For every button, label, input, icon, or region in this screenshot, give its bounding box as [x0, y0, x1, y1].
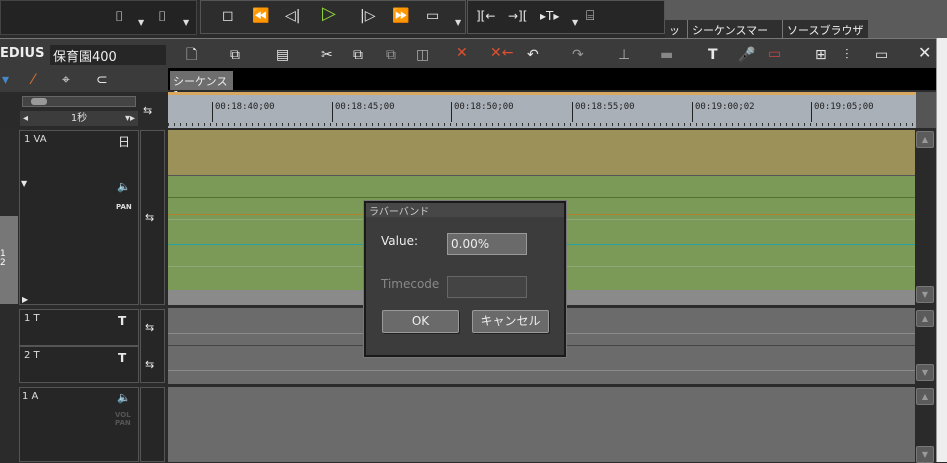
zoom-slider[interactable] — [22, 96, 136, 107]
split-icon[interactable]: ⊥ — [618, 47, 630, 63]
dropdown-icon[interactable]: ▼ — [183, 18, 189, 27]
pan-label[interactable]: PAN — [115, 419, 131, 427]
open-icon[interactable]: ⧉ — [230, 47, 240, 63]
project-name-field[interactable]: 保育園400 — [50, 45, 166, 65]
paste-icon[interactable]: ⧉ — [386, 47, 396, 63]
side-panel — [936, 38, 947, 462]
pan-label[interactable]: PAN — [116, 203, 132, 211]
copy-icon[interactable]: ⧉ — [353, 47, 363, 63]
tab-partial[interactable]: ット — [665, 20, 687, 53]
render-icon[interactable]: ▭ — [768, 46, 781, 62]
zoom-scale-value: 1秒 — [70, 113, 88, 124]
undo-icon[interactable]: ↶ — [527, 47, 539, 63]
scroll-down-button[interactable]: ▼ — [916, 446, 934, 463]
track-name: 1 A — [22, 391, 39, 402]
replace-icon[interactable]: ◫ — [416, 47, 429, 63]
ruler-label: 00:18:50;00 — [451, 102, 514, 122]
value-input[interactable]: 0.00% — [447, 233, 527, 255]
channel-label: 1 2 — [0, 249, 6, 268]
stop-icon[interactable]: ◻ — [222, 8, 234, 24]
track-name: 2 T — [24, 350, 40, 361]
timecode-label: Timecode — [381, 277, 440, 291]
zoom-scale-select[interactable]: ◂ 1秒 ▾▸ — [20, 111, 138, 126]
scroll-up-button[interactable]: ▲ — [916, 388, 934, 405]
dropdown-icon[interactable]: ▼ — [138, 18, 144, 27]
timecode-input — [447, 276, 527, 298]
delete-icon[interactable]: ✕ — [456, 45, 468, 61]
sync-arrows-icon[interactable]: ⇆ — [143, 103, 152, 119]
ruler-label: 00:18:55;00 — [572, 102, 635, 122]
dropdown-icon[interactable]: ▼ — [455, 18, 461, 27]
ok-button[interactable]: OK — [382, 310, 459, 333]
ripple-delete-icon[interactable]: ✕← — [490, 45, 513, 61]
video-icon[interactable]: 日 — [118, 134, 130, 150]
track-mode-icon[interactable]: ▾ — [2, 72, 9, 88]
tab-source-browser[interactable]: ソースブラウザー — [782, 20, 868, 53]
scroll-up-button[interactable]: ▲ — [916, 310, 934, 327]
transition-icon[interactable]: ▬ — [660, 47, 673, 63]
loop-icon[interactable]: ▭ — [426, 8, 439, 24]
video-clip[interactable] — [168, 130, 916, 176]
scroll-up-button[interactable]: ▲ — [916, 131, 934, 148]
ruler-label: 00:19:05;00 — [811, 102, 874, 122]
dropdown-icon[interactable]: ▼ — [572, 18, 578, 27]
sync-arrows-icon[interactable]: ⇆ — [145, 210, 154, 226]
cancel-button[interactable]: キャンセル — [472, 310, 549, 333]
tab-sequence-marker[interactable]: シーケンスマーカー — [687, 20, 782, 53]
mark-in-icon[interactable]: ⌷ — [115, 9, 123, 25]
close-icon[interactable]: ✕ — [918, 45, 931, 61]
ruler-label: 00:19:00;02 — [692, 102, 755, 122]
mixer-icon[interactable]: ⫶ — [845, 47, 849, 63]
sync-arrows-icon[interactable]: ⇆ — [145, 320, 154, 336]
export-icon[interactable]: ⌸ — [586, 8, 594, 24]
edit-transport-bar — [467, 0, 665, 34]
insert-right-icon[interactable]: →][ — [508, 8, 527, 24]
fast-forward-icon[interactable]: ⏩ — [392, 8, 409, 24]
app-label: EDIUS — [0, 46, 45, 61]
title-track-icon: T — [118, 351, 127, 365]
mic-icon[interactable]: 🎤 — [738, 47, 755, 63]
expand-right-icon[interactable]: ▶ — [22, 292, 28, 308]
sync-arrows-icon[interactable]: ⇆ — [145, 357, 154, 373]
layout-icon[interactable]: ⊞ — [815, 47, 827, 63]
ripple-icon[interactable]: ⌖ — [62, 72, 70, 88]
link-toggle-icon[interactable]: ⁄ — [32, 72, 34, 88]
dialog-title: ラバーバンド — [366, 203, 564, 218]
new-sequence-icon[interactable]: 🗋 — [186, 47, 197, 63]
player-controls-left — [0, 0, 197, 35]
overwrite-icon[interactable]: ▸T▸ — [540, 8, 559, 24]
insert-left-icon[interactable]: ][← — [476, 8, 495, 24]
timeline-ruler[interactable] — [168, 92, 916, 128]
save-icon[interactable]: ▤ — [276, 47, 289, 63]
value-label: Value: — [381, 234, 418, 248]
play-icon[interactable]: ▷ — [322, 5, 336, 23]
track-header-va[interactable] — [19, 130, 139, 305]
mark-out-icon[interactable]: ⌷ — [158, 9, 166, 25]
audio-icon[interactable]: 🔈 — [117, 390, 131, 406]
tab-sequence1[interactable]: シーケンス1 — [170, 71, 233, 102]
scroll-down-button[interactable]: ▼ — [916, 286, 934, 303]
ruler-label: 00:18:40;00 — [212, 102, 275, 122]
scroll-down-button[interactable]: ▼ — [916, 364, 934, 381]
redo-icon[interactable]: ↷ — [572, 47, 584, 63]
ruler-label: 00:18:45;00 — [332, 102, 395, 122]
step-back-icon[interactable]: ◁| — [285, 8, 300, 24]
step-forward-icon[interactable]: |▷ — [360, 8, 375, 24]
track-name: 1 VA — [24, 134, 47, 145]
audio-track-area[interactable] — [168, 387, 916, 462]
mode-icons-bar — [0, 68, 168, 92]
title-icon[interactable]: T — [708, 47, 718, 63]
cut-icon[interactable]: ✂ — [321, 47, 333, 63]
expand-icon[interactable]: ▼ — [21, 176, 27, 192]
sequence-tab-bar — [168, 68, 936, 90]
sync-icon[interactable]: ⊂ — [96, 72, 108, 88]
track-name: 1 T — [24, 313, 40, 324]
window-icon[interactable]: ▭ — [875, 47, 888, 63]
title-track-icon: T — [118, 314, 127, 328]
audio-icon[interactable]: 🔈 — [117, 179, 131, 195]
vol-label[interactable]: VOL — [115, 411, 131, 419]
rewind-icon[interactable]: ⏪ — [252, 8, 269, 24]
